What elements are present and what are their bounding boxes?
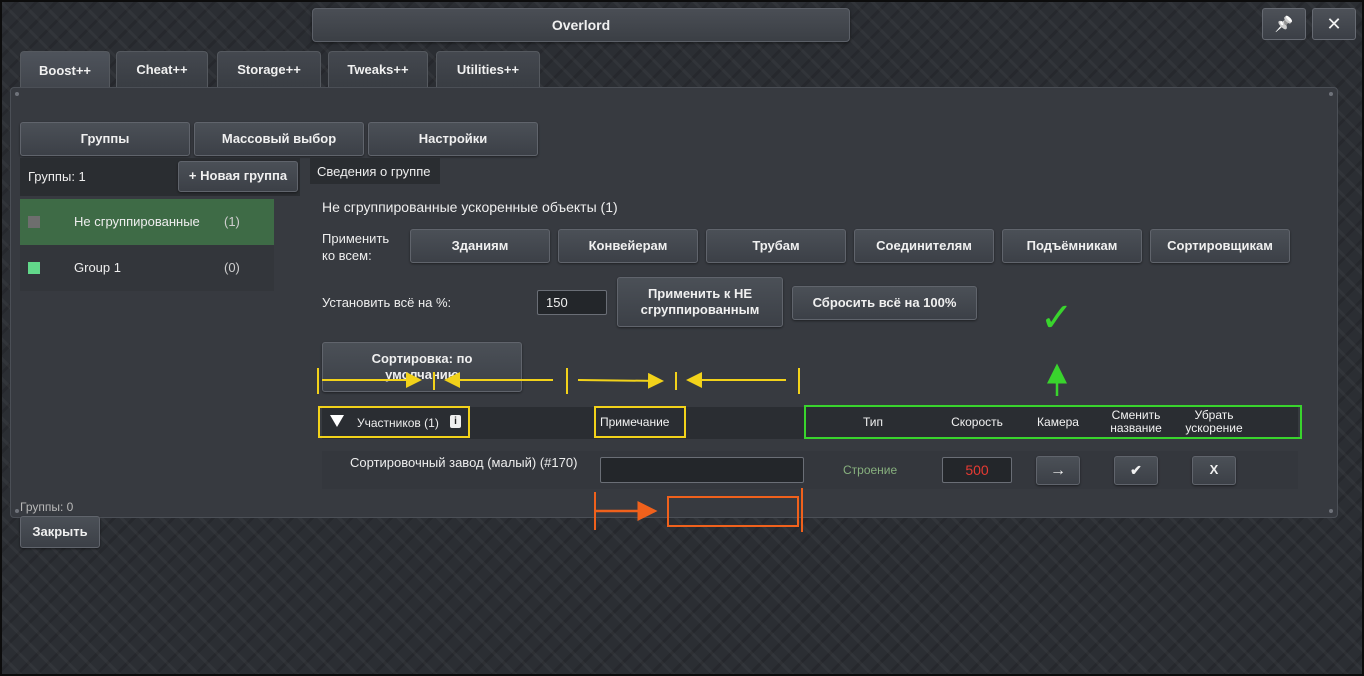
annotation-columns-box — [804, 405, 1302, 439]
annotation-arrow-right — [577, 372, 664, 389]
annotation-bar — [801, 488, 803, 532]
annotation-overlay — [322, 363, 1067, 521]
annotation-bar — [594, 492, 596, 530]
annotation-check-icon: ✓ — [1040, 295, 1074, 341]
annotation-target-box — [667, 496, 799, 527]
